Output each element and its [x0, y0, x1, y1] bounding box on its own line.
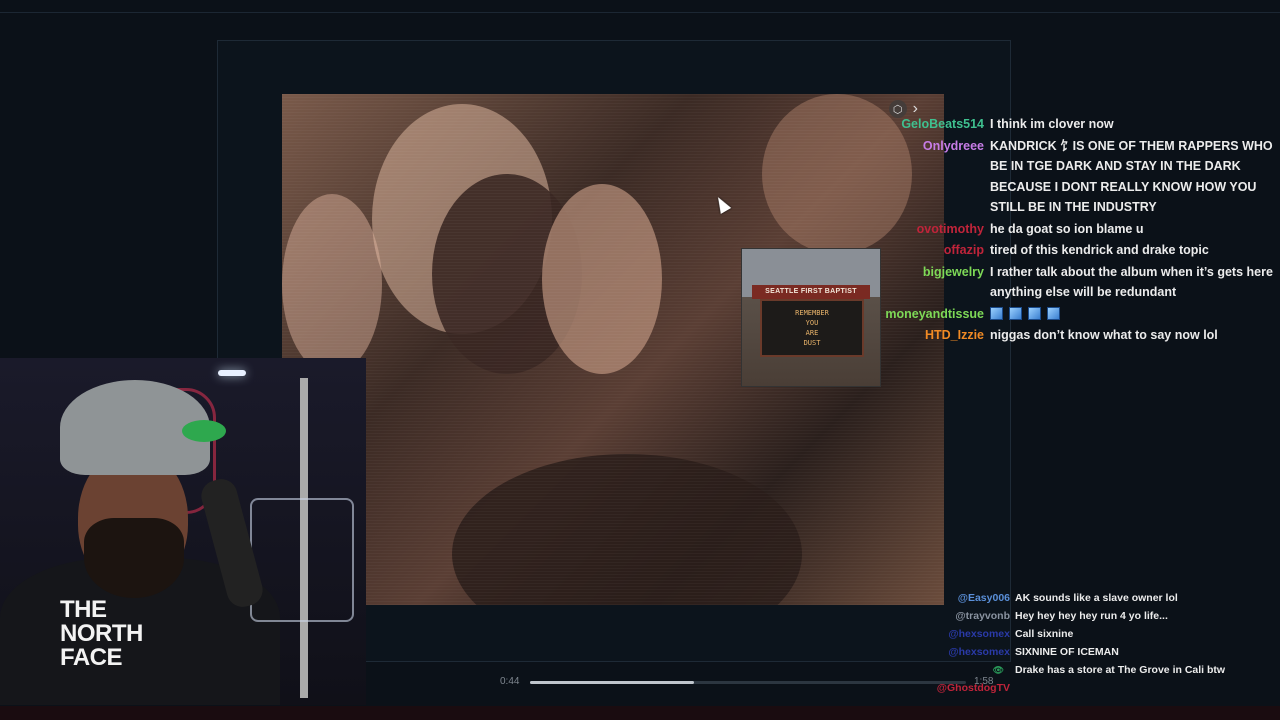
- video-progress: 0:44 1:58: [380, 672, 1040, 692]
- chat-text: niggas don’t know what to say now lol: [990, 328, 1218, 342]
- chat-text: I rather talk about the album when it’s …: [990, 264, 1273, 300]
- chat-message: @hexsomex Call sixnine: [920, 625, 1280, 643]
- top-divider: [0, 12, 1280, 13]
- chat-username[interactable]: ovotimothy: [860, 219, 990, 240]
- chat-username[interactable]: offazip: [860, 240, 990, 261]
- chat-username[interactable]: @Easy006: [920, 589, 1015, 607]
- chat-message: offazip tired of this kendrick and drake…: [860, 240, 1280, 261]
- seek-bar[interactable]: [530, 681, 966, 684]
- ceiling-light: [218, 370, 246, 376]
- logo-line: FACE: [60, 644, 123, 671]
- ice-cube-icon: [1028, 307, 1041, 320]
- sign-line: REMEMBER: [795, 309, 829, 317]
- chat-text: AK sounds like a slave owner lol: [1015, 592, 1178, 604]
- ice-cube-emotes: [990, 304, 1280, 324]
- chat-text: Call sixnine: [1015, 628, 1074, 640]
- chat-message: Onlydreee KANDRICK ⻠IS ONE OF THEM RAPPE…: [860, 136, 1280, 218]
- ice-cube-icon: [990, 307, 1003, 320]
- sign-line: YOU: [805, 319, 819, 327]
- chat-text: Hey hey hey hey run 4 yo life...: [1015, 610, 1168, 622]
- chat-text: SIXNINE OF ICEMAN: [1015, 646, 1119, 658]
- chat-text: I think im clover now: [990, 117, 1114, 131]
- webcam-feed: THE NORTH FACE: [0, 358, 366, 705]
- chat-username[interactable]: bigjewelry: [860, 262, 990, 303]
- chat-message: moneyandtissue: [860, 304, 1280, 325]
- chat-username[interactable]: moneyandtissue: [860, 304, 990, 325]
- chat-message: @trayvonb Hey hey hey hey run 4 yo life.…: [920, 607, 1280, 625]
- chat-overlay: GeloBeats514 I think im clover now Onlyd…: [860, 114, 1280, 347]
- chat-message: GeloBeats514 I think im clover now: [860, 114, 1280, 135]
- ice-cube-icon: [1047, 307, 1060, 320]
- sign-banner: SEATTLE FIRST BAPTIST: [752, 285, 870, 299]
- chat-text: he da goat so ion blame u: [990, 221, 1144, 236]
- chat-message: @hexsomex SIXNINE OF ICEMAN: [920, 643, 1280, 661]
- chat-message: @Easy006 AK sounds like a slave owner lo…: [920, 589, 1280, 607]
- total-time: 1:58: [974, 676, 994, 687]
- mic-cage: [250, 498, 354, 622]
- chat-username[interactable]: Onlydreee: [860, 136, 990, 218]
- sign-line: ARE: [805, 329, 819, 337]
- ice-cube-icon: [1009, 307, 1022, 320]
- hoodie-logo: THE NORTH FACE: [60, 598, 143, 670]
- beard: [84, 518, 184, 598]
- chat-message: HTD_Izzie niggas don’t know what to say …: [860, 325, 1280, 346]
- cap-brim: [182, 420, 226, 442]
- current-time: 0:44: [500, 676, 520, 687]
- chat-text: KANDRICK ⻠IS ONE OF THEM RAPPERS WHO BE …: [990, 138, 1273, 215]
- logo-line: THE: [60, 596, 107, 623]
- chat-username[interactable]: GeloBeats514: [860, 114, 990, 135]
- chat-username[interactable]: @trayvonb: [920, 607, 1015, 625]
- chat-username[interactable]: HTD_Izzie: [860, 325, 990, 346]
- sign-board: REMEMBER YOU ARE DUST: [760, 299, 864, 357]
- logo-line: NORTH: [60, 620, 143, 647]
- bottom-strip: [0, 706, 1280, 720]
- sign-line: DUST: [803, 339, 821, 347]
- seek-bar-fill: [530, 681, 694, 684]
- chat-message: ovotimothy he da goat so ion blame u: [860, 219, 1280, 240]
- chat-username[interactable]: @hexsomex: [920, 625, 1015, 643]
- chat-username[interactable]: @hexsomex: [920, 643, 1015, 661]
- chat-text: tired of this kendrick and drake topic: [990, 243, 1209, 257]
- chat-message: bigjewelry I rather talk about the album…: [860, 262, 1280, 303]
- chat-text: Drake has a store at The Grove in Cali b…: [1015, 664, 1226, 676]
